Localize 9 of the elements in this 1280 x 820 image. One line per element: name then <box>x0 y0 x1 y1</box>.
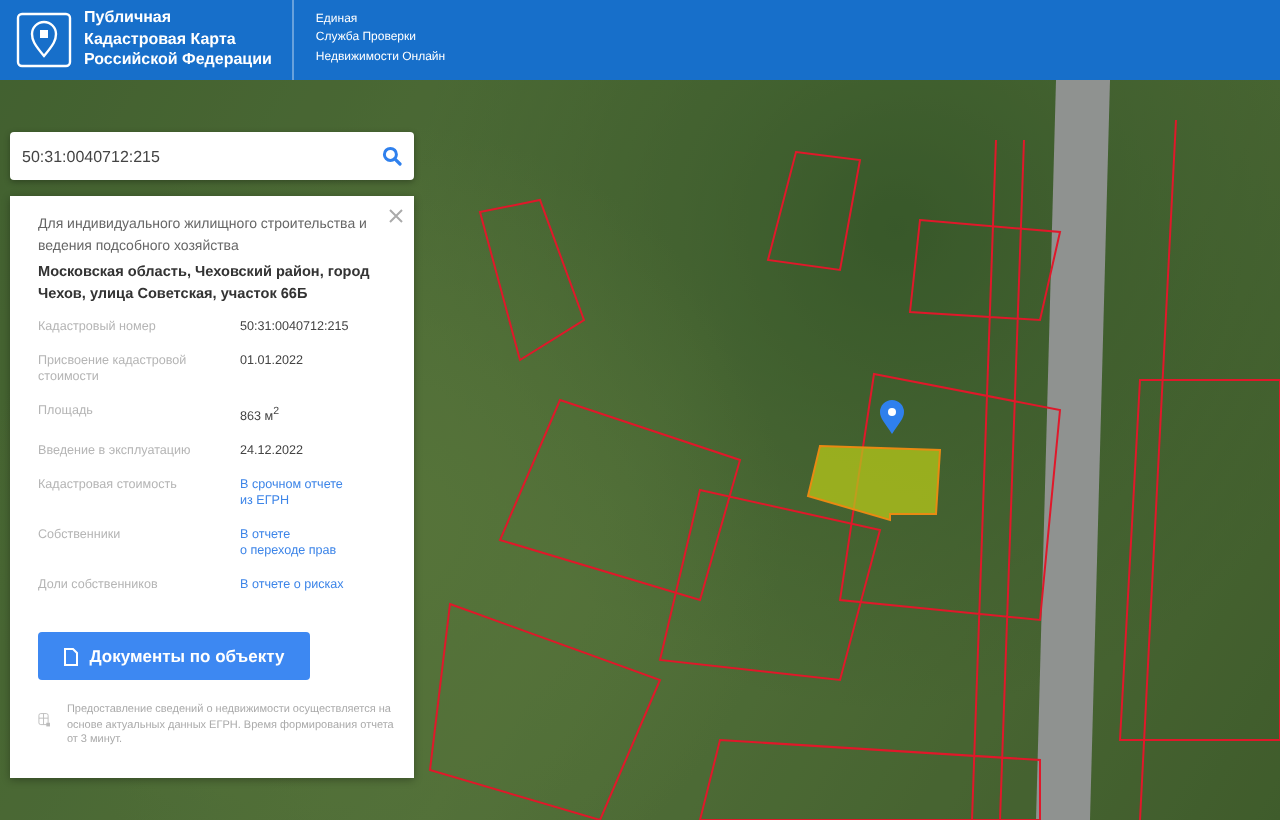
location-pin-icon <box>880 400 904 434</box>
app-title: Публичная Кадастровая Карта Российской Федерации <box>84 8 272 72</box>
search-icon[interactable] <box>382 146 402 166</box>
close-icon[interactable] <box>388 208 404 224</box>
map-pin-logo-icon <box>16 12 72 68</box>
document-icon <box>63 647 78 666</box>
documents-button[interactable]: Документы по объекту <box>38 632 310 681</box>
search-field[interactable]: 50:31:0040712:215 <box>10 132 414 180</box>
selected-parcel-highlight <box>806 444 942 522</box>
